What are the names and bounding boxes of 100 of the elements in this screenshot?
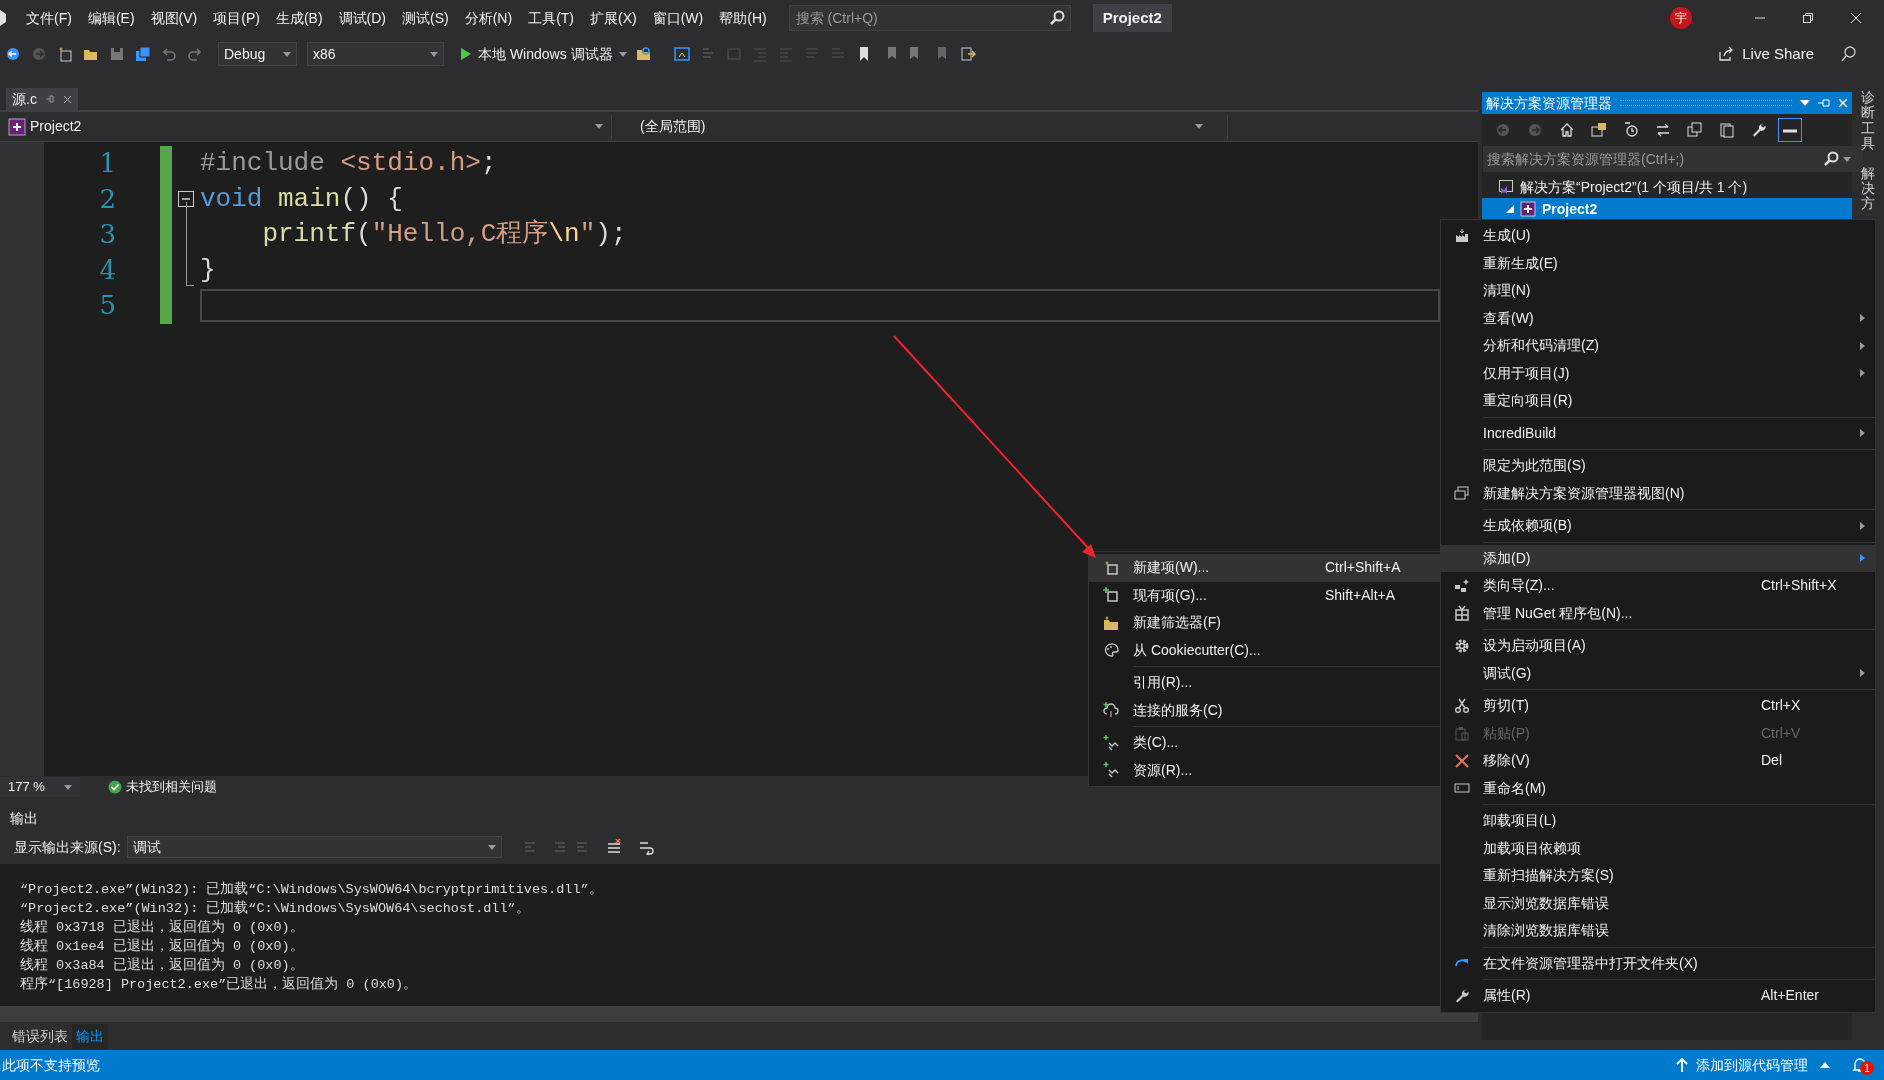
menu-item[interactable]: 连接的服务(C) bbox=[1089, 696, 1440, 724]
caret-icon[interactable] bbox=[64, 784, 72, 790]
caret-icon[interactable] bbox=[283, 51, 291, 57]
menu-item[interactable]: 项目(P) bbox=[205, 3, 268, 33]
home-icon[interactable] bbox=[1559, 122, 1575, 138]
clear-all-icon[interactable] bbox=[605, 839, 622, 855]
configuration-dropdown[interactable]: Debug bbox=[218, 42, 297, 66]
menu-item[interactable]: 调试(D) bbox=[330, 3, 394, 33]
output-source-dropdown[interactable]: 调试 bbox=[126, 836, 502, 858]
redo-icon[interactable] bbox=[187, 46, 203, 62]
user-avatar[interactable]: 宇 bbox=[1670, 7, 1692, 29]
menu-item[interactable]: 生成(B) bbox=[267, 3, 331, 33]
menu-item[interactable]: 新建筛选器(F) bbox=[1089, 609, 1440, 637]
scope-dropdown[interactable]: (全局范围) bbox=[616, 114, 1228, 139]
caret-icon[interactable] bbox=[1195, 124, 1203, 129]
menu-item[interactable]: 在文件资源管理器中打开文件夹(X) bbox=[1441, 949, 1875, 977]
menu-item[interactable]: 资源(R)... bbox=[1089, 756, 1440, 784]
menu-item[interactable]: 限定为此范围(S) bbox=[1441, 452, 1875, 480]
menu-item[interactable]: 生成(U) bbox=[1441, 222, 1875, 250]
menu-item[interactable]: 帮助(H) bbox=[711, 3, 775, 33]
menu-item[interactable]: 重新生成(E) bbox=[1441, 249, 1875, 277]
preview-icon[interactable] bbox=[1778, 118, 1802, 142]
menu-item[interactable]: 查看(W) bbox=[1441, 304, 1875, 332]
close-icon[interactable] bbox=[62, 94, 72, 104]
find-icon[interactable] bbox=[635, 46, 652, 62]
panel-tab[interactable]: 错误列表 bbox=[8, 1023, 72, 1049]
menu-item[interactable]: 重命名(M) bbox=[1441, 774, 1875, 802]
menu-item[interactable]: 加载项目依赖项 bbox=[1441, 834, 1875, 862]
caret-icon[interactable] bbox=[1820, 1062, 1830, 1068]
menu-item[interactable]: 新建解决方案资源管理器视图(N) bbox=[1441, 479, 1875, 507]
menu-item[interactable]: 属性(R) Alt+Enter bbox=[1441, 982, 1875, 1010]
side-tab[interactable]: 解决方 bbox=[1861, 165, 1875, 212]
caret-icon[interactable] bbox=[430, 51, 438, 57]
new-project-icon[interactable] bbox=[57, 46, 73, 62]
caret-icon[interactable] bbox=[487, 844, 496, 850]
menu-item[interactable]: 测试(S) bbox=[394, 3, 457, 33]
menu-item[interactable]: 卸载项目(L) bbox=[1441, 807, 1875, 835]
search-field[interactable]: 搜索 (Ctrl+Q) bbox=[788, 5, 1071, 31]
browser-icon[interactable] bbox=[673, 46, 690, 62]
save-all-icon[interactable] bbox=[135, 46, 151, 62]
menu-item[interactable]: 显示浏览数据库错误 bbox=[1441, 889, 1875, 917]
expand-icon[interactable] bbox=[1506, 205, 1514, 213]
menu-item[interactable]: 视图(V) bbox=[142, 3, 206, 33]
panel-tab[interactable]: 输出 bbox=[72, 1023, 108, 1049]
undo-icon[interactable] bbox=[161, 46, 177, 62]
caret-icon[interactable] bbox=[618, 51, 627, 57]
collapse-icon[interactable] bbox=[178, 191, 194, 208]
menu-item[interactable]: 仅用于项目(J) bbox=[1441, 359, 1875, 387]
menu-item[interactable]: 管理 NuGet 程序包(N)... bbox=[1441, 599, 1875, 627]
menu-item[interactable]: 剪切(T) Ctrl+X bbox=[1441, 692, 1875, 720]
menu-item[interactable]: 重定向项目(R) bbox=[1441, 387, 1875, 415]
pin-icon[interactable] bbox=[44, 94, 55, 104]
menu-item[interactable]: 引用(R)... bbox=[1089, 669, 1440, 697]
menu-item[interactable]: 新建项(W)... Ctrl+Shift+A bbox=[1089, 554, 1440, 582]
word-wrap-icon[interactable] bbox=[637, 839, 656, 855]
menu-item[interactable]: 类向导(Z)... Ctrl+Shift+X bbox=[1441, 572, 1875, 600]
up-arrow-icon[interactable] bbox=[1676, 1058, 1688, 1072]
menu-item[interactable]: 重新扫描解决方案(S) bbox=[1441, 862, 1875, 890]
zoom-dropdown[interactable]: 177 % bbox=[0, 777, 80, 797]
wrench-icon[interactable] bbox=[1751, 122, 1767, 138]
switch-views-icon[interactable] bbox=[1591, 122, 1607, 138]
menu-item[interactable]: 设为启动项目(A) bbox=[1441, 632, 1875, 660]
side-tab[interactable]: 诊断工具 bbox=[1861, 90, 1875, 152]
menu-item[interactable]: 文件(F) bbox=[18, 3, 80, 33]
caret-icon[interactable] bbox=[595, 124, 603, 129]
menu-item[interactable]: 从 Cookiecutter(C)... bbox=[1089, 636, 1440, 664]
menu-item[interactable]: 扩展(X) bbox=[582, 3, 645, 33]
history-icon[interactable] bbox=[1623, 122, 1639, 138]
issues-status[interactable]: 未找到相关问题 bbox=[126, 777, 217, 797]
tree-item[interactable]: Project2 bbox=[1482, 198, 1852, 220]
live-share-button[interactable]: Live Share bbox=[1718, 42, 1814, 66]
save-icon[interactable] bbox=[109, 46, 125, 62]
menu-item[interactable]: 分析和代码清理(Z) bbox=[1441, 332, 1875, 360]
menu-item[interactable]: 分析(N) bbox=[456, 3, 521, 33]
menu-item[interactable]: 生成依赖项(B) bbox=[1441, 512, 1875, 540]
menu-item[interactable]: 清理(N) bbox=[1441, 277, 1875, 305]
attach-icon[interactable] bbox=[959, 46, 976, 62]
run-debugger-button[interactable]: 本地 Windows 调试器 bbox=[456, 42, 631, 66]
collapse-all-icon[interactable] bbox=[1687, 122, 1703, 138]
platform-dropdown[interactable]: x86 bbox=[307, 42, 444, 66]
menu-item[interactable]: 调试(G) bbox=[1441, 659, 1875, 687]
menu-item[interactable]: 窗口(W) bbox=[644, 3, 712, 33]
horizontal-scrollbar[interactable] bbox=[0, 1006, 1478, 1022]
source-control-button[interactable]: 添加到源代码管理 bbox=[1696, 1054, 1808, 1076]
menu-item[interactable]: 类(C)... bbox=[1089, 729, 1440, 757]
project-dropdown[interactable]: Project2 bbox=[0, 114, 612, 139]
sync-icon[interactable] bbox=[1655, 122, 1671, 138]
tree-item[interactable]: 解决方案“Project2”(1 个项目/共 1 个) bbox=[1482, 176, 1852, 198]
menu-item[interactable]: 工具(T) bbox=[520, 3, 582, 33]
menu-item[interactable]: IncrediBuild bbox=[1441, 419, 1875, 447]
show-all-files-icon[interactable] bbox=[1719, 122, 1735, 138]
menu-item[interactable]: 现有项(G)... Shift+Alt+A bbox=[1089, 581, 1440, 609]
feedback-icon[interactable] bbox=[1840, 45, 1858, 63]
restore-icon[interactable] bbox=[1802, 12, 1814, 24]
menu-item[interactable]: 编辑(E) bbox=[79, 3, 143, 33]
dropdown-icon[interactable] bbox=[1800, 100, 1810, 106]
menu-item[interactable]: 添加(D) bbox=[1441, 544, 1875, 572]
document-tab[interactable]: 源.c bbox=[6, 88, 78, 110]
menu-item[interactable]: 清除浏览数据库错误 bbox=[1441, 917, 1875, 945]
menu-item[interactable]: 移除(V) Del bbox=[1441, 747, 1875, 775]
